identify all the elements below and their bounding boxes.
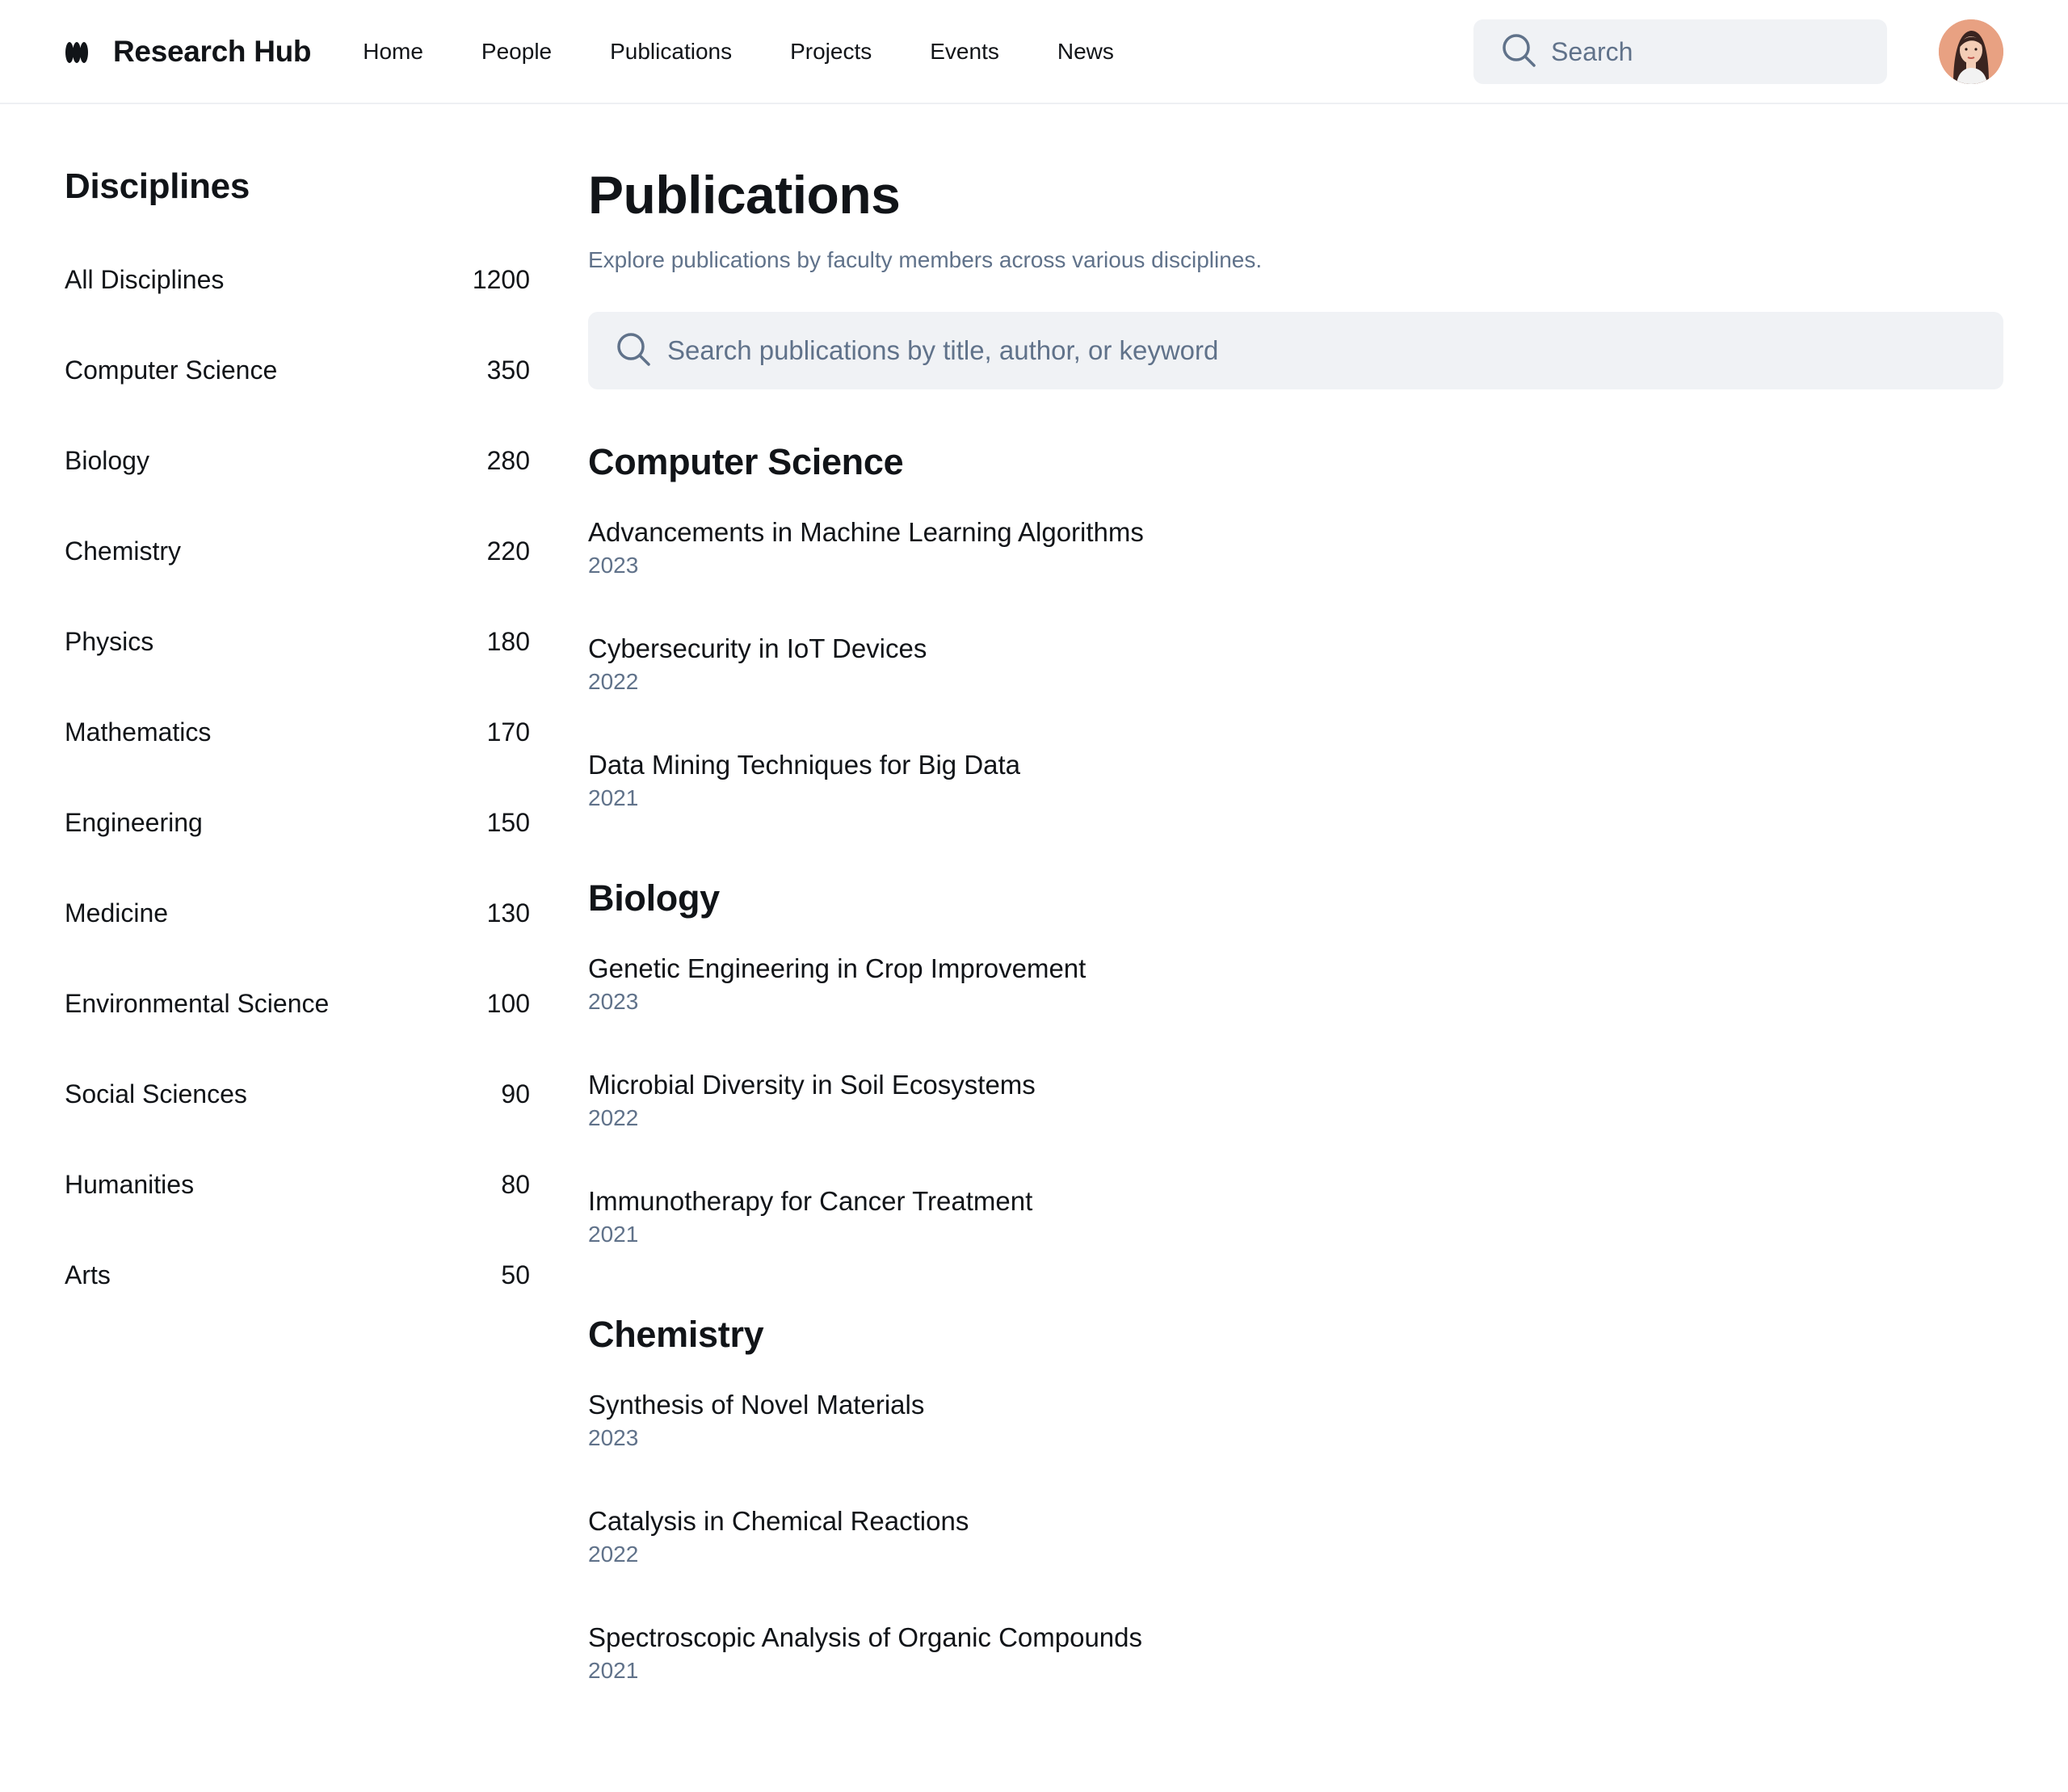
- sidebar-item-label: Physics: [65, 626, 154, 656]
- nav-home[interactable]: Home: [363, 39, 423, 65]
- sidebar-item-label: Engineering: [65, 807, 203, 837]
- publication-title[interactable]: Catalysis in Chemical Reactions: [588, 1504, 2003, 1538]
- sidebar-item-count: 220: [486, 536, 530, 566]
- page-subtitle: Explore publications by faculty members …: [588, 247, 1263, 272]
- publication-item[interactable]: Genetic Engineering in Crop Improvement …: [588, 952, 2003, 1068]
- sidebar-item-computer-science[interactable]: Computer Science 350: [65, 325, 530, 415]
- publication-year: 2022: [588, 1105, 639, 1130]
- publication-year: 2021: [588, 1222, 639, 1247]
- disciplines-sidebar: Disciplines All Disciplines 1200 Compute…: [65, 166, 530, 1320]
- header-search-input[interactable]: [1551, 36, 1874, 67]
- sidebar-item-engineering[interactable]: Engineering 150: [65, 777, 530, 868]
- logo[interactable]: Research Hub: [65, 34, 312, 69]
- sidebar-item-chemistry[interactable]: Chemistry 220: [65, 506, 530, 596]
- publication-item[interactable]: Immunotherapy for Cancer Treatment 2021: [588, 1184, 2003, 1262]
- publication-year: 2021: [588, 1658, 639, 1683]
- publication-title[interactable]: Spectroscopic Analysis of Organic Compou…: [588, 1621, 2003, 1655]
- sidebar-item-count: 100: [486, 988, 530, 1018]
- publication-year: 2023: [588, 1425, 639, 1450]
- publication-item[interactable]: Microbial Diversity in Soil Ecosystems 2…: [588, 1068, 2003, 1184]
- sidebar-item-humanities[interactable]: Humanities 80: [65, 1139, 530, 1230]
- sidebar-item-arts[interactable]: Arts 50: [65, 1230, 530, 1320]
- nav-publications[interactable]: Publications: [610, 39, 732, 65]
- section-title: Chemistry: [588, 1314, 764, 1355]
- sidebar-item-count: 170: [486, 717, 530, 747]
- nav-projects[interactable]: Projects: [790, 39, 872, 65]
- publication-year: 2023: [588, 989, 639, 1014]
- publications-search-box[interactable]: [588, 312, 2003, 389]
- sidebar-item-medicine[interactable]: Medicine 130: [65, 868, 530, 958]
- publication-item[interactable]: Data Mining Techniques for Big Data 2021: [588, 748, 2003, 826]
- section-title: Computer Science: [588, 441, 904, 482]
- publications-main: Publications Explore publications by fac…: [588, 158, 2003, 1698]
- publications-search-input[interactable]: [667, 335, 1960, 366]
- sidebar-item-label: Mathematics: [65, 717, 212, 747]
- sidebar-item-count: 50: [501, 1260, 530, 1289]
- publication-year: 2021: [588, 785, 639, 810]
- sidebar-item-label: Arts: [65, 1260, 111, 1289]
- sidebar-item-label: Humanities: [65, 1169, 195, 1199]
- sidebar-item-biology[interactable]: Biology 280: [65, 415, 530, 506]
- search-icon: [1501, 32, 1536, 72]
- publication-title[interactable]: Advancements in Machine Learning Algorit…: [588, 515, 2003, 549]
- publication-item[interactable]: Synthesis of Novel Materials 2023: [588, 1388, 2003, 1504]
- section-computer-science: Computer Science Advancements in Machine…: [588, 441, 2003, 826]
- sidebar-item-social-sciences[interactable]: Social Sciences 90: [65, 1049, 530, 1139]
- sidebar-item-count: 280: [486, 445, 530, 475]
- main-nav: Home People Publications Projects Events…: [363, 39, 1172, 65]
- sidebar-item-label: Environmental Science: [65, 988, 330, 1018]
- top-nav-bar: Research Hub Home People Publications Pr…: [0, 0, 2068, 104]
- sidebar-item-label: All Disciplines: [65, 264, 225, 294]
- publication-year: 2022: [588, 1542, 639, 1567]
- publication-title[interactable]: Synthesis of Novel Materials: [588, 1388, 2003, 1422]
- section-biology: Biology Genetic Engineering in Crop Impr…: [588, 877, 2003, 1262]
- sidebar-item-count: 350: [486, 355, 530, 385]
- publication-title[interactable]: Microbial Diversity in Soil Ecosystems: [588, 1068, 2003, 1102]
- sidebar-item-all-disciplines[interactable]: All Disciplines 1200: [65, 234, 530, 325]
- section-title: Biology: [588, 877, 720, 919]
- sidebar-item-count: 90: [501, 1079, 530, 1108]
- disciplines-list: All Disciplines 1200 Computer Science 35…: [65, 234, 530, 1320]
- sidebar-item-environmental-science[interactable]: Environmental Science 100: [65, 958, 530, 1049]
- avatar[interactable]: [1939, 19, 2003, 84]
- publication-item[interactable]: Advancements in Machine Learning Algorit…: [588, 515, 2003, 632]
- page-title: Publications: [588, 165, 901, 225]
- publication-item[interactable]: Catalysis in Chemical Reactions 2022: [588, 1504, 2003, 1621]
- nav-news[interactable]: News: [1057, 39, 1114, 65]
- nav-people[interactable]: People: [481, 39, 552, 65]
- section-chemistry: Chemistry Synthesis of Novel Materials 2…: [588, 1314, 2003, 1698]
- logo-mark-icon: [65, 40, 89, 63]
- publication-title[interactable]: Data Mining Techniques for Big Data: [588, 748, 2003, 782]
- publication-item[interactable]: Cybersecurity in IoT Devices 2022: [588, 632, 2003, 748]
- sidebar-item-mathematics[interactable]: Mathematics 170: [65, 687, 530, 777]
- publication-title[interactable]: Immunotherapy for Cancer Treatment: [588, 1184, 2003, 1218]
- publication-title[interactable]: Cybersecurity in IoT Devices: [588, 632, 2003, 666]
- sidebar-item-label: Medicine: [65, 898, 169, 928]
- search-icon: [616, 331, 651, 371]
- logo-text: Research Hub: [113, 34, 312, 68]
- publication-item[interactable]: Spectroscopic Analysis of Organic Compou…: [588, 1621, 2003, 1698]
- sidebar-item-count: 130: [486, 898, 530, 928]
- sidebar-item-count: 150: [486, 807, 530, 837]
- publication-year: 2022: [588, 669, 639, 694]
- publication-year: 2023: [588, 553, 639, 578]
- sidebar-title: Disciplines: [65, 166, 250, 206]
- header-search-box[interactable]: [1473, 19, 1887, 84]
- sidebar-item-count: 1200: [472, 264, 530, 294]
- sidebar-item-physics[interactable]: Physics 180: [65, 596, 530, 687]
- sidebar-item-label: Computer Science: [65, 355, 278, 385]
- nav-events[interactable]: Events: [930, 39, 999, 65]
- sidebar-item-count: 180: [486, 626, 530, 656]
- sidebar-item-label: Chemistry: [65, 536, 182, 566]
- sidebar-item-count: 80: [501, 1169, 530, 1199]
- sidebar-item-label: Biology: [65, 445, 149, 475]
- sidebar-item-label: Social Sciences: [65, 1079, 247, 1108]
- publication-title[interactable]: Genetic Engineering in Crop Improvement: [588, 952, 2003, 986]
